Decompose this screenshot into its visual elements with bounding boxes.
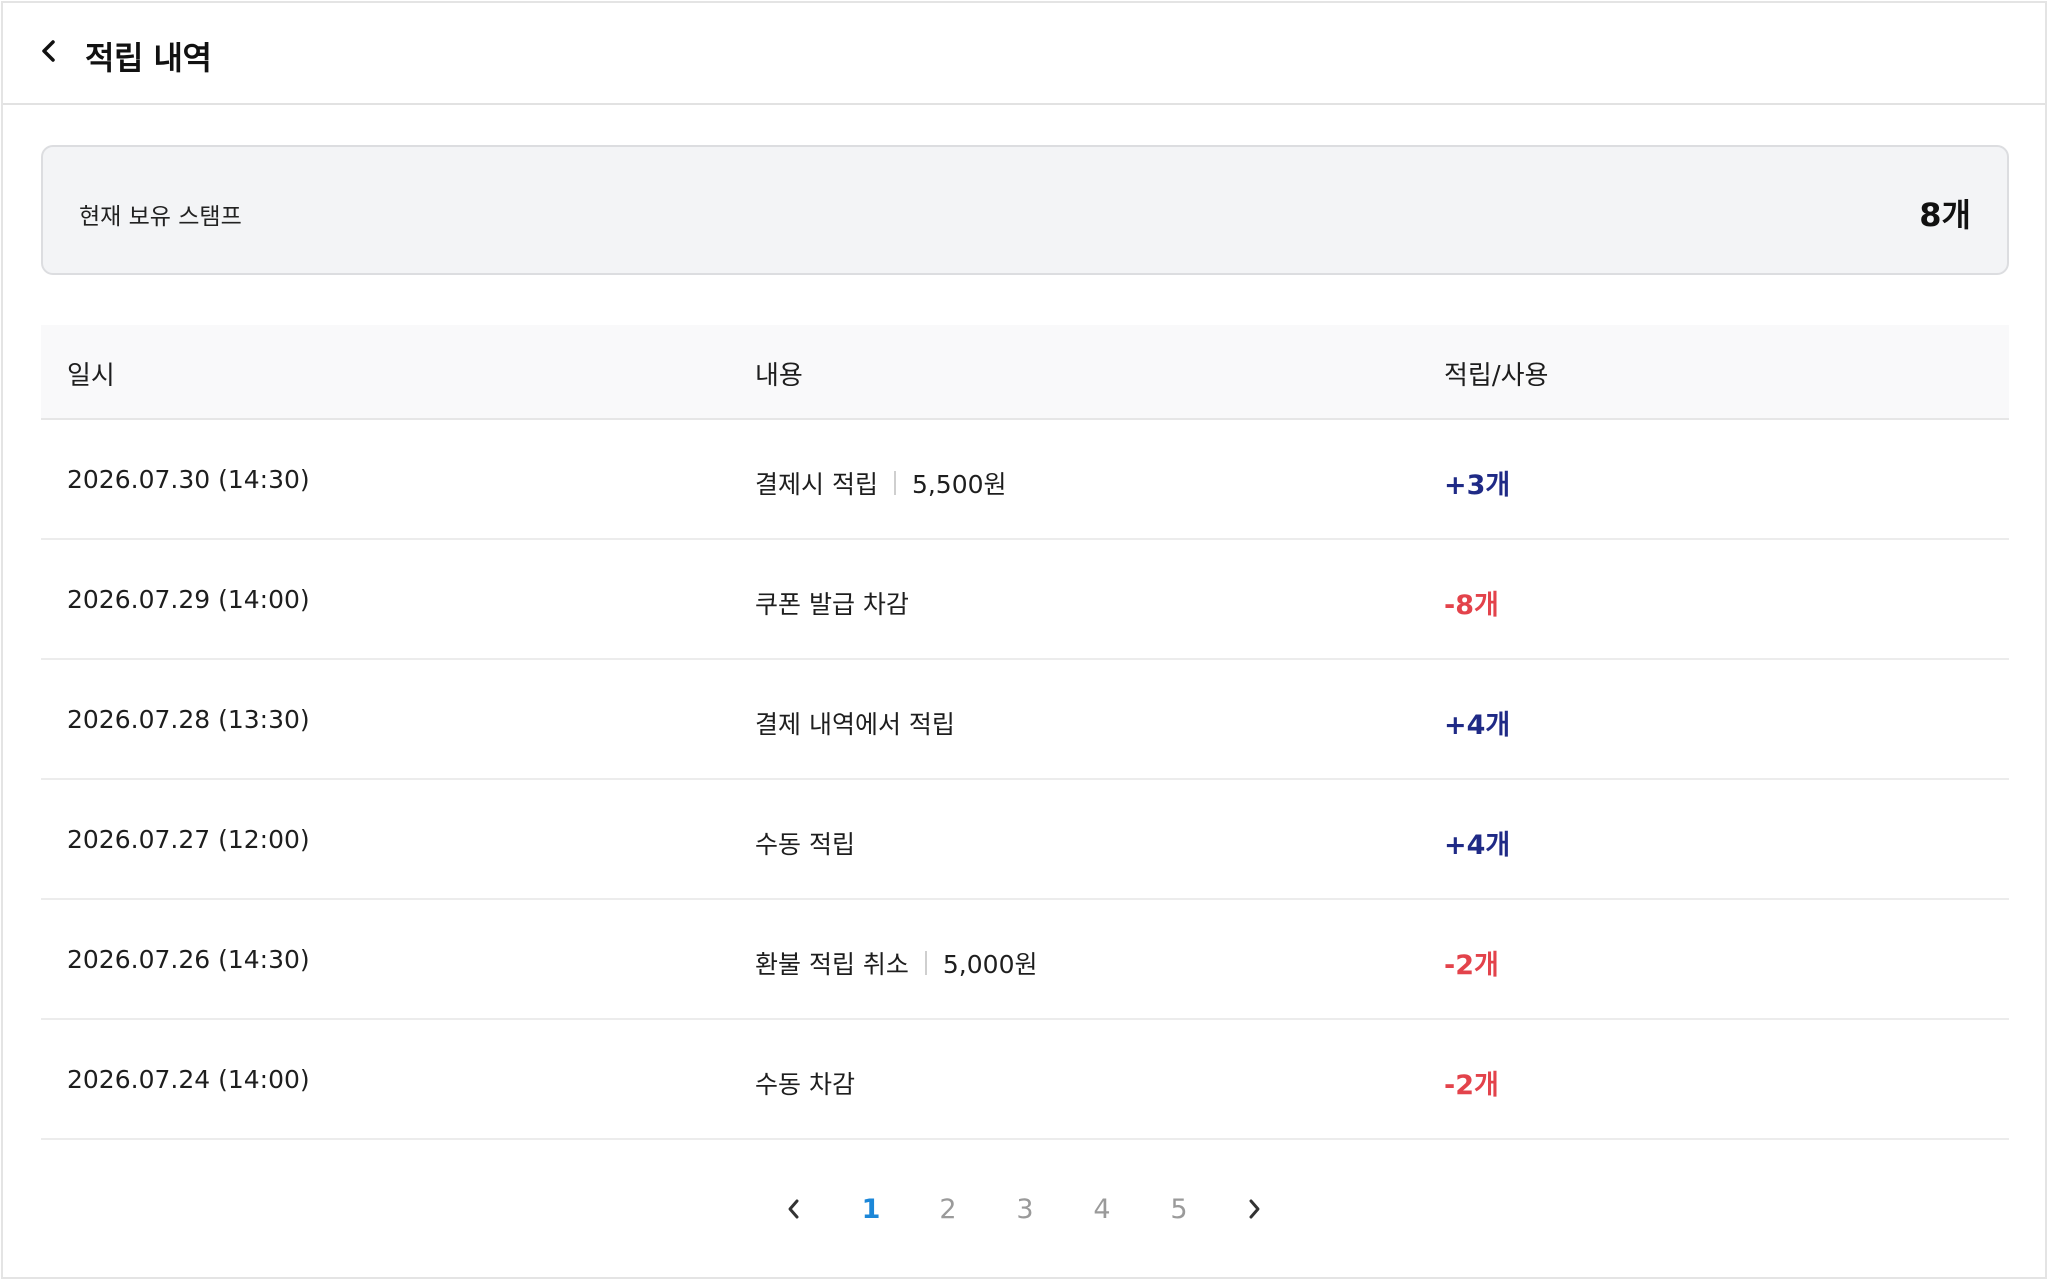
page-number-3[interactable]: 3 — [1005, 1186, 1045, 1232]
table-row: 2026.07.26 (14:30) 환불 적립 취소 5,000원 -2개 — [41, 900, 2009, 1020]
column-header-datetime: 일시 — [67, 361, 115, 391]
row-description: 수동 적립 — [755, 830, 855, 859]
pagination: 12345 — [3, 1186, 2045, 1232]
row-datetime: 2026.07.24 (14:00) — [67, 1065, 310, 1094]
row-description: 수동 차감 — [755, 1070, 855, 1099]
table-header: 일시 내용 적립/사용 — [41, 325, 2009, 420]
chevron-right-icon — [1247, 1198, 1261, 1220]
row-content: 수동 적립 — [755, 825, 855, 861]
row-content: 수동 차감 — [755, 1065, 855, 1101]
row-datetime: 2026.07.28 (13:30) — [67, 705, 310, 734]
table-body: 2026.07.30 (14:30) 결제시 적립 5,500원 +3개 2026.07… — [41, 420, 2009, 1140]
page-number-4[interactable]: 4 — [1082, 1186, 1122, 1232]
chevron-left-icon — [40, 38, 58, 68]
back-button[interactable] — [31, 35, 67, 71]
row-datetime: 2026.07.29 (14:00) — [67, 585, 310, 614]
page-number-5[interactable]: 5 — [1159, 1186, 1199, 1232]
row-content: 쿠폰 발급 차감 — [755, 585, 909, 621]
table-row: 2026.07.24 (14:00) 수동 차감 -2개 — [41, 1020, 2009, 1140]
table-row: 2026.07.29 (14:00) 쿠폰 발급 차감 -8개 — [41, 540, 2009, 660]
page-number-2[interactable]: 2 — [928, 1186, 968, 1232]
header: 적립 내역 — [3, 3, 2045, 105]
row-stamp-change: -8개 — [1444, 590, 1499, 621]
row-content: 환불 적립 취소 5,000원 — [755, 945, 1037, 981]
row-stamp-change: -2개 — [1444, 1070, 1499, 1101]
history-table: 일시 내용 적립/사용 2026.07.30 (14:30) 결제시 적립 5,50… — [41, 325, 2009, 1140]
row-description: 결제시 적립 — [755, 470, 878, 499]
page-number-1[interactable]: 1 — [851, 1186, 891, 1232]
column-header-content: 내용 — [755, 361, 803, 391]
summary-label: 현재 보유 스탬프 — [79, 204, 242, 230]
stamp-summary-card: 현재 보유 스탬프 8개 — [41, 145, 2009, 275]
table-row: 2026.07.27 (12:00) 수동 적립 +4개 — [41, 780, 2009, 900]
summary-value: 8개 — [1919, 196, 1971, 234]
row-content: 결제 내역에서 적립 — [755, 705, 955, 741]
row-datetime: 2026.07.30 (14:30) — [67, 465, 310, 494]
table-row: 2026.07.30 (14:30) 결제시 적립 5,500원 +3개 — [41, 420, 2009, 540]
row-datetime: 2026.07.27 (12:00) — [67, 825, 310, 854]
row-stamp-change: -2개 — [1444, 950, 1499, 981]
page-title: 적립 내역 — [85, 39, 212, 77]
row-content: 결제시 적립 5,500원 — [755, 465, 1007, 501]
app-frame: 적립 내역 현재 보유 스탬프 8개 일시 내용 적립/사용 2026.07.3… — [1, 1, 2047, 1279]
prev-page-button[interactable] — [774, 1186, 814, 1232]
divider — [924, 951, 927, 975]
next-page-button[interactable] — [1234, 1186, 1274, 1232]
row-payment-amount: 5,500원 — [911, 470, 1007, 499]
row-stamp-change: +4개 — [1444, 830, 1511, 861]
table-row: 2026.07.28 (13:30) 결제 내역에서 적립 +4개 — [41, 660, 2009, 780]
column-header-change: 적립/사용 — [1444, 361, 1549, 391]
row-stamp-change: +3개 — [1444, 470, 1511, 501]
divider — [893, 471, 896, 495]
row-description: 환불 적립 취소 — [755, 950, 909, 979]
chevron-left-icon — [787, 1198, 801, 1220]
row-description: 결제 내역에서 적립 — [755, 710, 955, 739]
row-stamp-change: +4개 — [1444, 710, 1511, 741]
row-datetime: 2026.07.26 (14:30) — [67, 945, 310, 974]
row-description: 쿠폰 발급 차감 — [755, 590, 909, 619]
row-payment-amount: 5,000원 — [942, 950, 1038, 979]
